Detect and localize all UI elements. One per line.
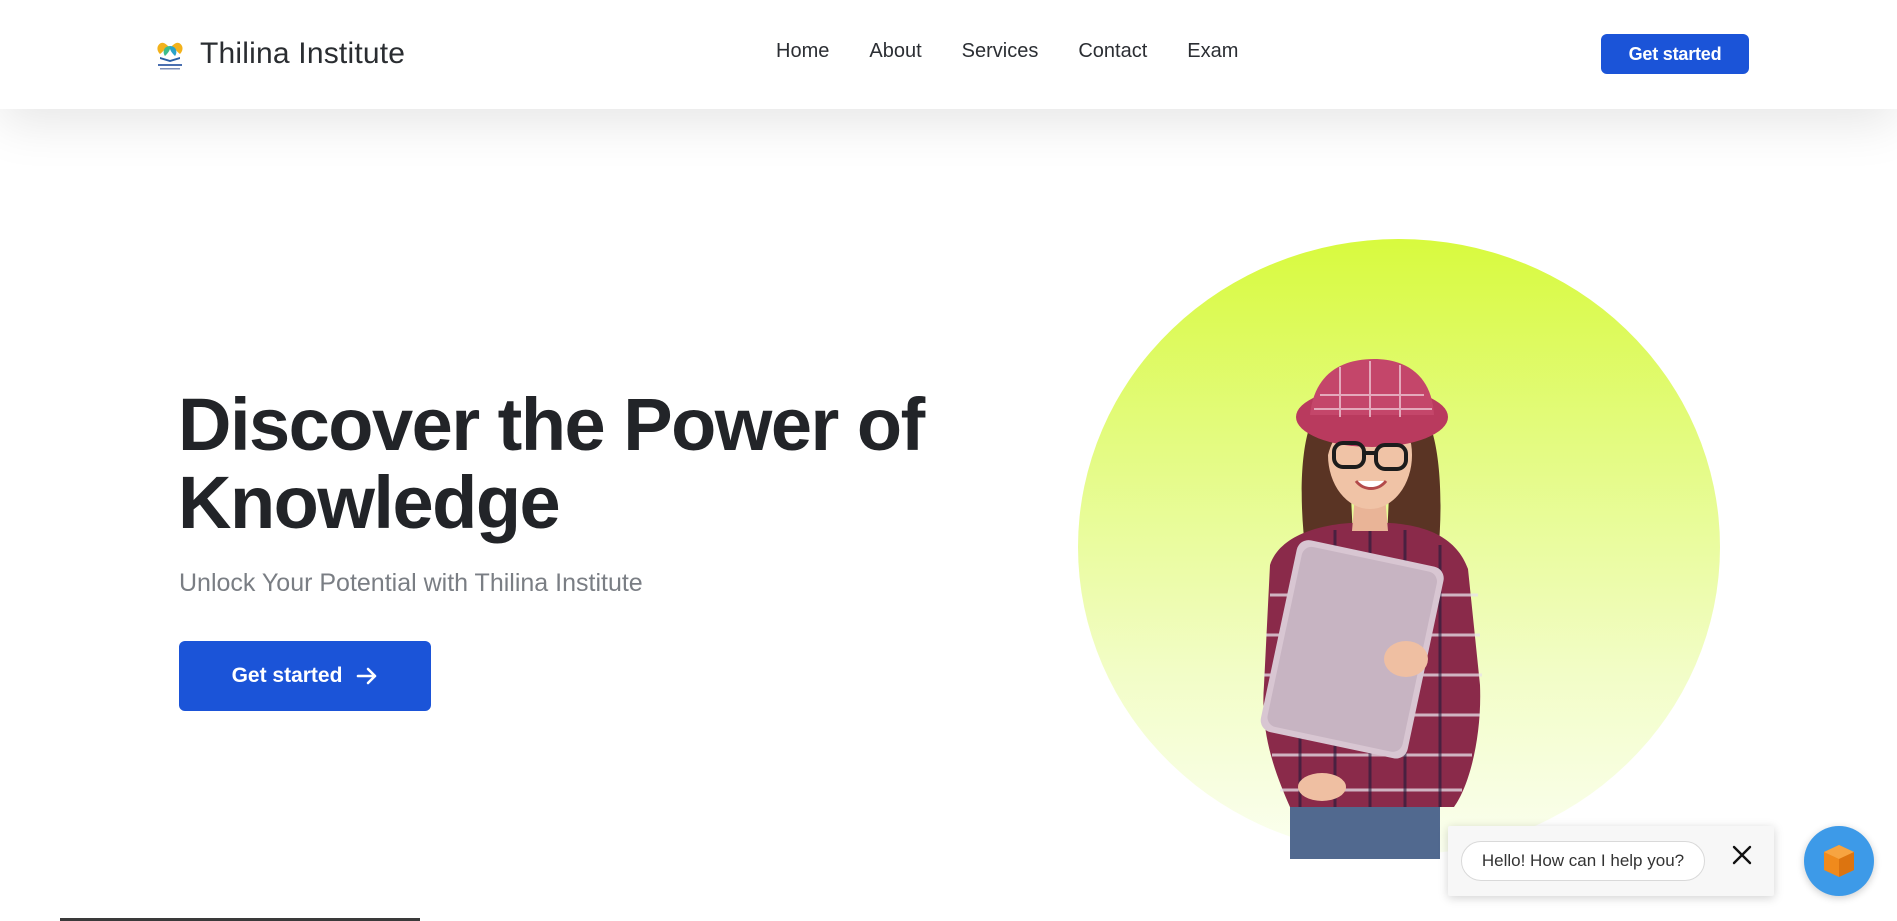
hero-get-started-button[interactable]: Get started — [179, 641, 431, 711]
nav-services[interactable]: Services — [962, 40, 1039, 63]
hero-button-label: Get started — [231, 664, 343, 687]
chat-launcher-button[interactable] — [1804, 826, 1874, 896]
student-image — [1260, 359, 1482, 859]
brand-name: Thilina Institute — [200, 37, 406, 70]
site-header: Thilina Institute Home About Services Co… — [0, 0, 1897, 109]
chat-popup: Hello! How can I help you? — [1448, 826, 1774, 896]
nav-home[interactable]: Home — [776, 40, 829, 63]
cube-icon — [1824, 845, 1854, 877]
close-icon[interactable] — [1730, 843, 1754, 867]
brand-link[interactable]: Thilina Institute — [152, 34, 405, 74]
arrow-right-icon — [356, 666, 378, 686]
hero-subtitle: Unlock Your Potential with Thilina Insti… — [179, 569, 643, 597]
chat-greeting-bubble[interactable]: Hello! How can I help you? — [1461, 841, 1705, 881]
main-nav: Home About Services Contact Exam — [776, 40, 1238, 63]
nav-contact[interactable]: Contact — [1078, 40, 1147, 63]
nav-about[interactable]: About — [869, 40, 921, 63]
logo-icon — [157, 42, 183, 70]
header-get-started-button[interactable]: Get started — [1601, 34, 1749, 74]
nav-exam[interactable]: Exam — [1187, 40, 1238, 63]
hero-title: Discover the Power of Knowledge — [178, 383, 925, 544]
